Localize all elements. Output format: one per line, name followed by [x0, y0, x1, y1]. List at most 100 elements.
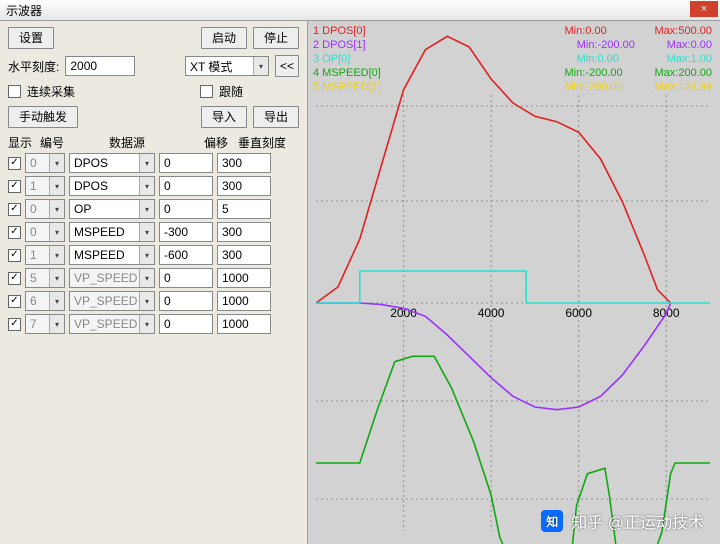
hscale-label: 水平刻度:	[8, 58, 59, 75]
vscale-input[interactable]	[217, 199, 271, 219]
legend-max: Max:200.00	[655, 66, 712, 80]
offset-input[interactable]	[159, 268, 213, 288]
manual-trigger-button[interactable]: 手动触发	[8, 106, 78, 128]
show-checkbox[interactable]	[8, 318, 21, 331]
col-offset-header: 偏移	[174, 134, 228, 151]
control-panel: 设置 启动 停止 水平刻度: XT 模式 ▾ << 连续采集 跟随 手动触发 导	[0, 21, 308, 544]
export-button[interactable]: 导出	[253, 106, 299, 128]
legend-min: Min:-200.00	[565, 80, 649, 94]
col-id-header: 编号	[40, 134, 80, 151]
source-select[interactable]: DPOS▾	[69, 176, 155, 196]
show-checkbox[interactable]	[8, 203, 21, 216]
id-select[interactable]: 7▾	[25, 314, 65, 334]
table-row: 0▾OP▾	[8, 199, 299, 219]
mode-select-value: XT 模式	[190, 58, 232, 75]
offset-input[interactable]	[159, 153, 213, 173]
table-row: 7▾VP_SPEED▾	[8, 314, 299, 334]
col-show-header: 显示	[8, 134, 36, 151]
offset-input[interactable]	[159, 291, 213, 311]
table-row: 1▾DPOS▾	[8, 176, 299, 196]
offset-input[interactable]	[159, 199, 213, 219]
id-select[interactable]: 0▾	[25, 153, 65, 173]
source-select[interactable]: DPOS▾	[69, 153, 155, 173]
legend-max: Max:124.94	[655, 80, 712, 94]
source-select[interactable]: VP_SPEED▾	[69, 314, 155, 334]
chevron-down-icon: ▾	[49, 223, 64, 241]
offset-input[interactable]	[159, 176, 213, 196]
legend-max: Max:0.00	[667, 38, 712, 52]
legend: 1 DPOS[0]Min:0.00Max:500.002 DPOS[1]Min:…	[309, 22, 716, 94]
chevron-down-icon: ▾	[139, 177, 154, 195]
grid-body: 0▾DPOS▾1▾DPOS▾0▾OP▾0▾MSPEED▾1▾MSPEED▾5▾V…	[8, 153, 299, 334]
source-select[interactable]: OP▾	[69, 199, 155, 219]
table-row: 0▾MSPEED▾	[8, 222, 299, 242]
id-select[interactable]: 5▾	[25, 268, 65, 288]
id-select[interactable]: 1▾	[25, 176, 65, 196]
legend-min: Min:-200.00	[577, 38, 661, 52]
show-checkbox[interactable]	[8, 249, 21, 262]
mode-select[interactable]: XT 模式 ▾	[185, 56, 269, 76]
offset-input[interactable]	[159, 314, 213, 334]
show-checkbox[interactable]	[8, 157, 21, 170]
grid-header: 显示 编号 数据源 偏移 垂直刻度	[8, 134, 299, 151]
show-checkbox[interactable]	[8, 295, 21, 308]
legend-min: Min:0.00	[565, 24, 649, 38]
vscale-input[interactable]	[217, 153, 271, 173]
plot-canvas: 2000400060008000	[308, 21, 718, 544]
legend-row: 3 OP[0] Min:0.00 Max:1.00	[313, 52, 712, 66]
import-button[interactable]: 导入	[201, 106, 247, 128]
legend-name: 2 DPOS[1]	[313, 38, 403, 52]
continuous-checkbox[interactable]	[8, 85, 21, 98]
show-checkbox[interactable]	[8, 272, 21, 285]
settings-button[interactable]: 设置	[8, 27, 54, 49]
table-row: 5▾VP_SPEED▾	[8, 268, 299, 288]
chevron-down-icon: ▾	[139, 315, 154, 333]
client-area: 设置 启动 停止 水平刻度: XT 模式 ▾ << 连续采集 跟随 手动触发 导	[0, 21, 720, 544]
offset-input[interactable]	[159, 222, 213, 242]
close-button[interactable]: ×	[690, 1, 718, 17]
vscale-input[interactable]	[217, 245, 271, 265]
hscale-input[interactable]	[65, 56, 135, 76]
show-checkbox[interactable]	[8, 226, 21, 239]
table-row: 1▾MSPEED▾	[8, 245, 299, 265]
legend-max: Max:500.00	[655, 24, 712, 38]
source-select[interactable]: MSPEED▾	[69, 245, 155, 265]
svg-text:6000: 6000	[565, 306, 592, 320]
legend-name: 3 OP[0]	[313, 52, 403, 66]
legend-min: Min:0.00	[577, 52, 661, 66]
vscale-input[interactable]	[217, 268, 271, 288]
stop-button[interactable]: 停止	[253, 27, 299, 49]
legend-name: 5 MSPEED[1]	[313, 80, 403, 94]
follow-label: 跟随	[219, 83, 243, 100]
source-select[interactable]: VP_SPEED▾	[69, 291, 155, 311]
chevron-down-icon: ▾	[139, 292, 154, 310]
table-row: 0▾DPOS▾	[8, 153, 299, 173]
collapse-button[interactable]: <<	[275, 55, 299, 77]
chevron-down-icon: ▾	[139, 246, 154, 264]
legend-max: Max:1.00	[667, 52, 712, 66]
vscale-input[interactable]	[217, 291, 271, 311]
offset-input[interactable]	[159, 245, 213, 265]
legend-row: 1 DPOS[0]Min:0.00Max:500.00	[313, 24, 712, 38]
legend-min: Min:-200.00	[565, 66, 649, 80]
id-select[interactable]: 1▾	[25, 245, 65, 265]
id-select[interactable]: 0▾	[25, 222, 65, 242]
legend-row: 5 MSPEED[1] Min:-200.00 Max:124.94	[313, 80, 712, 94]
chevron-down-icon: ▾	[139, 269, 154, 287]
source-select[interactable]: MSPEED▾	[69, 222, 155, 242]
chevron-down-icon: ▾	[139, 200, 154, 218]
chevron-down-icon: ▾	[49, 200, 64, 218]
vscale-input[interactable]	[217, 314, 271, 334]
source-select[interactable]: VP_SPEED▾	[69, 268, 155, 288]
follow-checkbox[interactable]	[200, 85, 213, 98]
continuous-label: 连续采集	[27, 83, 75, 100]
vscale-input[interactable]	[217, 222, 271, 242]
col-source-header: 数据源	[84, 134, 170, 151]
chevron-down-icon: ▾	[139, 154, 154, 172]
start-button[interactable]: 启动	[201, 27, 247, 49]
show-checkbox[interactable]	[8, 180, 21, 193]
id-select[interactable]: 0▾	[25, 199, 65, 219]
id-select[interactable]: 6▾	[25, 291, 65, 311]
vscale-input[interactable]	[217, 176, 271, 196]
plot-area[interactable]: 1 DPOS[0]Min:0.00Max:500.002 DPOS[1]Min:…	[308, 21, 720, 544]
